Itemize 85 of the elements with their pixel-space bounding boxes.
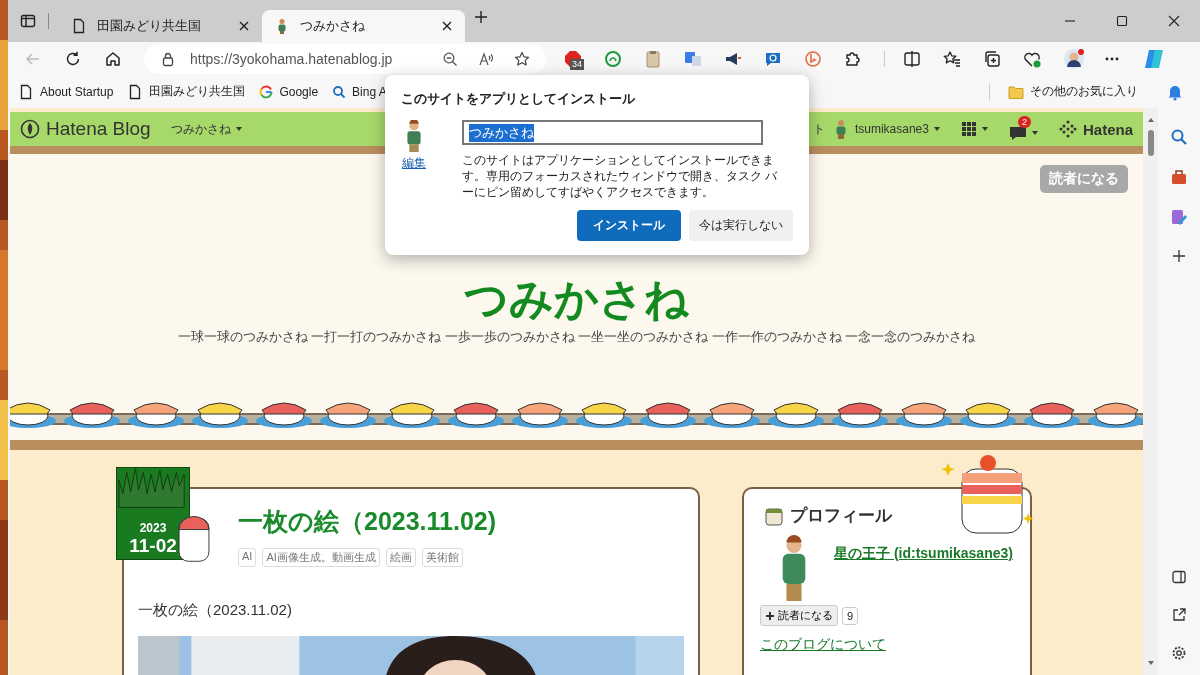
caret-icon	[1030, 129, 1039, 137]
notifications-menu[interactable]: 2	[1008, 116, 1039, 142]
dialog-description: このサイトはアプリケーションとしてインストールできます。専用のフォーカスされたウィンドウで開き、タスク バーにピン留めしてすばやくアクセスできます。	[462, 152, 779, 200]
edit-link[interactable]: 編集	[402, 155, 426, 172]
leaf-logo-icon[interactable]	[20, 119, 40, 139]
zoom-out-icon[interactable]	[442, 50, 458, 67]
caret-icon	[980, 125, 989, 133]
search-icon[interactable]	[1170, 128, 1188, 146]
puzzle-icon[interactable]	[844, 49, 862, 68]
reader-count: 9	[842, 606, 859, 625]
bookmark-folder[interactable]: その他のお気に入り	[1008, 83, 1138, 100]
notification-badge: 2	[1017, 116, 1031, 128]
speech-bubble-icon	[1008, 124, 1027, 142]
post-title[interactable]: 一枚の絵（2023.11.02)	[238, 505, 684, 538]
blog-menu[interactable]: つみかさね	[170, 120, 243, 138]
user-menu[interactable]: tsumikasane3	[830, 119, 941, 139]
hatena-blog-logo[interactable]: Hatena Blog	[46, 118, 151, 140]
bookmark-item[interactable]: About Startup	[18, 83, 114, 100]
scrollbar[interactable]	[1143, 108, 1158, 675]
clipboard-icon[interactable]	[644, 49, 662, 68]
caret-icon	[932, 125, 941, 133]
four-color-ring-icon	[259, 84, 274, 99]
close-icon[interactable]	[1168, 15, 1180, 27]
circle-icon[interactable]	[604, 49, 622, 68]
dots-logo-icon[interactable]	[1058, 120, 1077, 138]
folder-icon	[1008, 83, 1024, 100]
dialog-title: このサイトをアプリとしてインストール	[401, 90, 636, 108]
tag-link[interactable]: AI	[238, 548, 257, 567]
split-screen-icon[interactable]	[903, 49, 921, 68]
profile-name-link[interactable]: 星の王子 (id:tsumikasane3)	[834, 545, 1013, 563]
post-year: 2023	[139, 521, 167, 535]
plus-icon[interactable]	[1171, 248, 1187, 264]
settings-icon[interactable]	[1171, 645, 1187, 661]
read-aloud-icon[interactable]	[478, 50, 494, 67]
copilot-icon[interactable]	[1143, 47, 1165, 70]
scroll-down-icon[interactable]	[1146, 659, 1155, 667]
star-icon[interactable]	[514, 50, 530, 67]
pencil-icon[interactable]	[1170, 208, 1188, 226]
caret-icon	[234, 125, 243, 133]
app-name-field[interactable]: つみかさね	[462, 120, 763, 145]
tag-link[interactable]: 絵画	[385, 548, 416, 567]
hatena-logo[interactable]: Hatena	[1082, 120, 1133, 138]
scroll-thumb[interactable]	[1147, 130, 1154, 156]
tag-link[interactable]: AI画像生成。動画生成	[262, 548, 380, 567]
lock-icon	[160, 50, 176, 67]
profile-heading: プロフィール	[790, 504, 892, 527]
grid-icon	[960, 121, 977, 137]
install-button[interactable]: インストール	[577, 210, 681, 241]
dismiss-button[interactable]: 今は実行しない	[689, 210, 793, 241]
sidebar-toggle-icon[interactable]	[1171, 569, 1187, 585]
about-blog-link[interactable]: このブログについて	[760, 636, 1016, 654]
close-icon[interactable]	[238, 20, 250, 32]
ring-icon[interactable]	[804, 49, 822, 68]
page-icon	[71, 18, 87, 34]
close-icon[interactable]	[441, 20, 453, 32]
address-bar[interactable]: https://3yokohama.hatenablog.jp	[144, 43, 546, 74]
tab-actions-icon[interactable]	[20, 13, 36, 29]
refresh-icon[interactable]	[64, 49, 82, 68]
browser-tab[interactable]: つみかさね	[262, 10, 465, 42]
new-tab-icon[interactable]	[473, 9, 489, 25]
url-text: https://3yokohama.hatenablog.jp	[190, 50, 393, 67]
maximize-icon[interactable]	[1116, 15, 1128, 27]
bookmark-item[interactable]: 田園みどり共生国	[127, 83, 246, 100]
profile-avatar-icon[interactable]	[1063, 47, 1085, 70]
translate-icon[interactable]	[684, 49, 702, 68]
collections-icon[interactable]	[983, 49, 1001, 68]
toolbox-icon[interactable]	[1170, 168, 1188, 186]
tag-link[interactable]: 美術館	[421, 548, 463, 567]
favorites-icon[interactable]	[943, 49, 961, 68]
post-text: 一枚の絵（2023.11.02)	[138, 601, 293, 620]
page-icon	[18, 83, 34, 100]
bookmark-item[interactable]: Google	[259, 84, 319, 99]
home-icon[interactable]	[104, 49, 122, 68]
search-icon	[332, 84, 347, 99]
extension-badge: 34	[570, 58, 584, 70]
plus-icon	[765, 610, 775, 621]
blog-description: 一球一球のつみかさね 一打一打のつみかさね 一歩一歩のつみかさね 一坐一坐のつみかさね 一作一作のつみかさね 一念一念のつみかさね	[177, 329, 976, 346]
subscribe-button[interactable]: 読者になる	[760, 605, 838, 626]
browser-tab[interactable]: 田園みどり共生国	[59, 10, 262, 42]
post-date: 11-02	[129, 535, 177, 557]
blog-title[interactable]: つみかさね	[464, 275, 689, 323]
scroll-up-icon[interactable]	[1146, 116, 1155, 124]
apps-menu[interactable]	[960, 121, 989, 137]
external-link-icon[interactable]	[1171, 607, 1187, 623]
nav-link[interactable]: ト	[812, 120, 825, 138]
